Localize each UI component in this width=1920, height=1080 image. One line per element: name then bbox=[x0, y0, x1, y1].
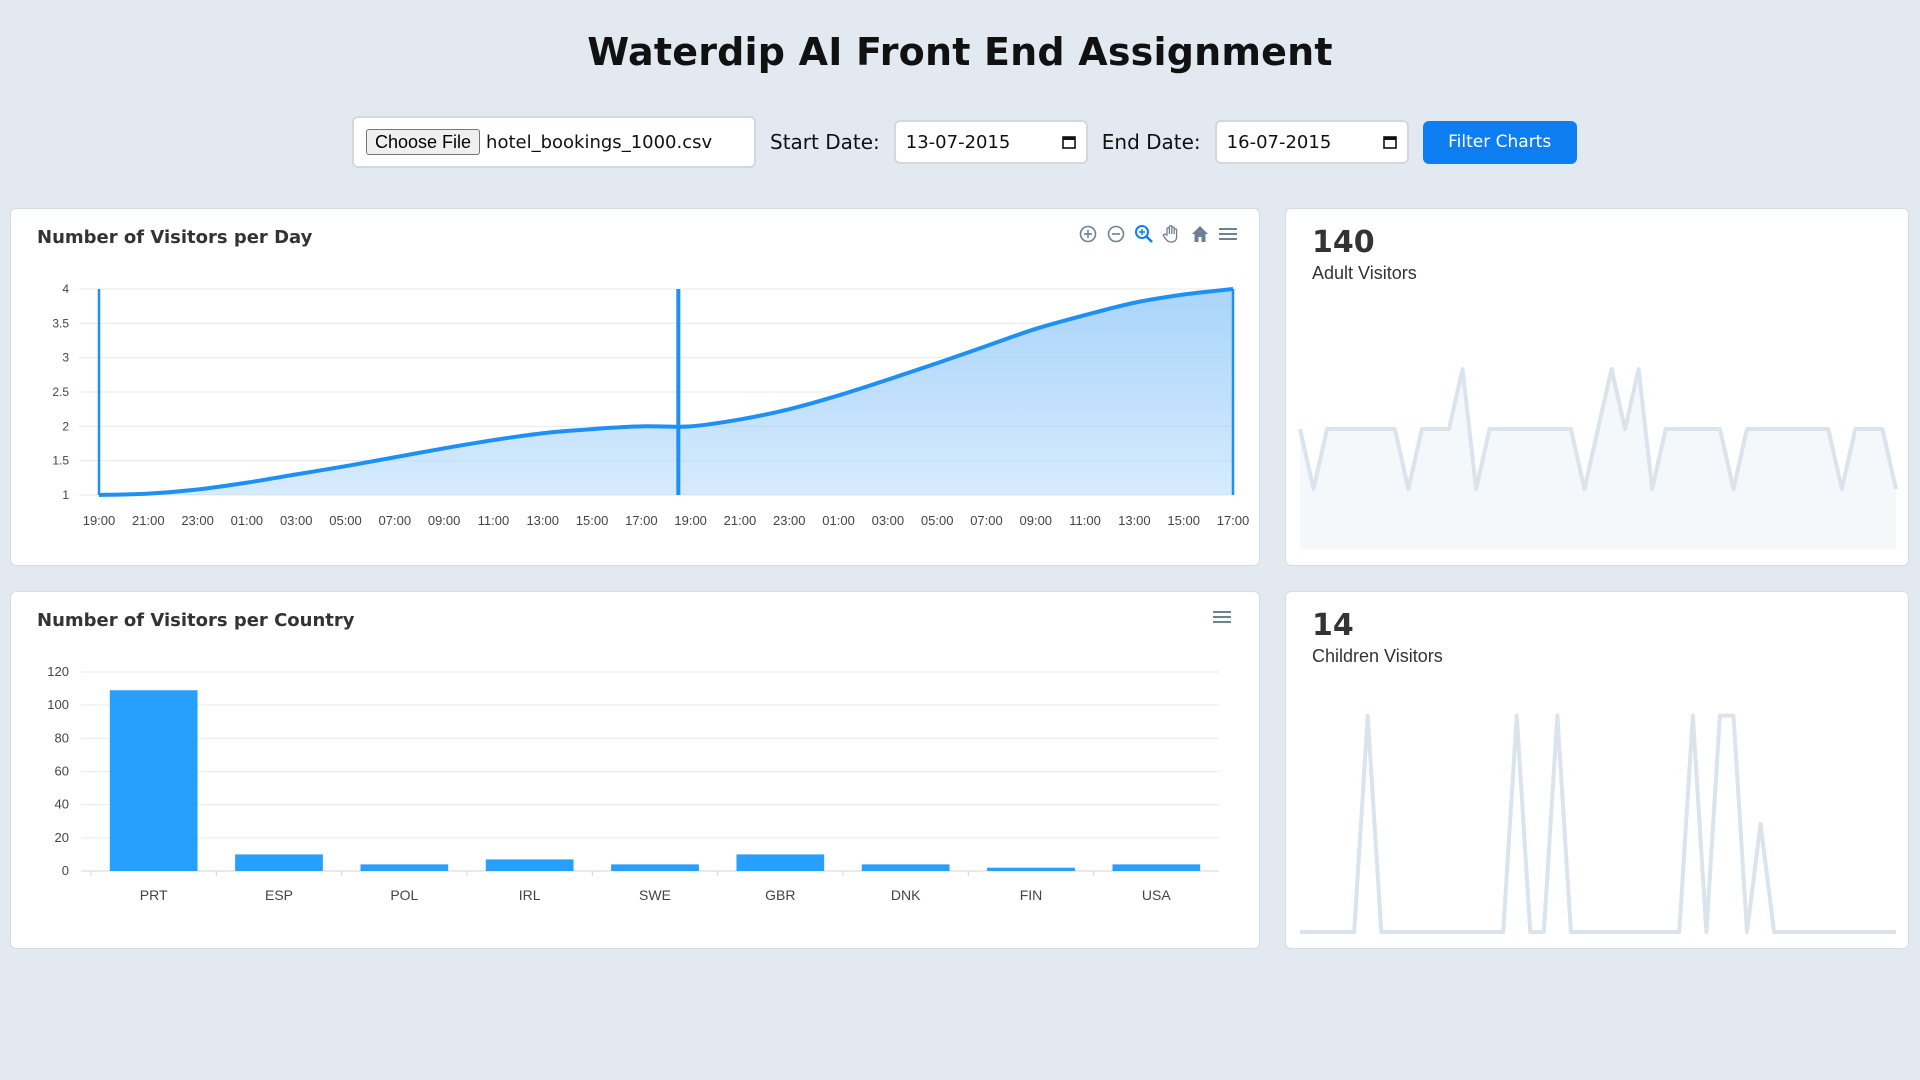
x-tick-label: 13:00 bbox=[526, 513, 559, 528]
x-tick-label: 11:00 bbox=[478, 513, 510, 528]
x-tick-label: 09:00 bbox=[1020, 513, 1053, 528]
x-tick-label: 07:00 bbox=[379, 513, 412, 528]
x-tick-label: 23:00 bbox=[181, 513, 214, 528]
bar-irl bbox=[485, 859, 574, 871]
y-tick-label: 4 bbox=[62, 282, 69, 296]
visitors-per-day-card: Number of Visitors per Day 1 1.5 2 2.5 3 3.5 4… bbox=[10, 208, 1260, 566]
y-tick-label: 2 bbox=[62, 419, 69, 433]
page-title: Waterdip AI Front End Assignment bbox=[587, 30, 1333, 74]
end-date-label: End Date: bbox=[1101, 130, 1201, 154]
controls-bar: Choose File hotel_bookings_1000.csv Star… bbox=[352, 114, 1577, 170]
x-tick-label: ESP bbox=[265, 887, 293, 903]
x-tick-label: FIN bbox=[1020, 887, 1043, 903]
y-tick-label: 3.5 bbox=[52, 316, 69, 330]
end-date-input[interactable]: 16-07-2015 bbox=[1214, 120, 1409, 164]
y-tick-label: 20 bbox=[55, 830, 69, 845]
y-tick-label: 1 bbox=[62, 488, 69, 502]
bar-esp bbox=[235, 854, 323, 871]
y-tick-label: 1.5 bbox=[52, 454, 69, 468]
children-visitors-sparkline bbox=[1299, 713, 1897, 934]
start-date-label: Start Date: bbox=[770, 130, 880, 154]
sparkline-area bbox=[1300, 369, 1896, 549]
bar-fin bbox=[987, 867, 1075, 871]
x-tick-label: 15:00 bbox=[1167, 513, 1200, 528]
y-tick-label: 80 bbox=[55, 730, 69, 745]
x-tick-label: SWE bbox=[639, 887, 671, 903]
x-tick-label: 21:00 bbox=[724, 513, 757, 528]
choose-file-button[interactable]: Choose File bbox=[366, 129, 481, 155]
x-tick-label: 19:00 bbox=[83, 513, 116, 528]
bar-usa bbox=[1112, 864, 1201, 871]
y-tick-label: 60 bbox=[55, 764, 69, 779]
file-name: hotel_bookings_1000.csv bbox=[486, 131, 713, 153]
y-tick-label: 2.5 bbox=[52, 385, 69, 399]
x-tick-label: 17:00 bbox=[625, 513, 658, 528]
x-tick-label: 23:00 bbox=[773, 513, 806, 528]
x-tick-label: 05:00 bbox=[329, 513, 362, 528]
filter-charts-button[interactable]: Filter Charts bbox=[1422, 120, 1577, 164]
y-tick-label: 3 bbox=[62, 351, 69, 365]
x-tick-label: 07:00 bbox=[970, 513, 1003, 528]
x-tick-label: PRT bbox=[140, 887, 168, 903]
x-tick-label: 03:00 bbox=[280, 513, 313, 528]
x-tick-label: 15:00 bbox=[576, 513, 609, 528]
x-tick-label: 19:00 bbox=[674, 513, 707, 528]
start-date-value: 13-07-2015 bbox=[905, 131, 1011, 153]
x-tick-label: IRL bbox=[519, 887, 541, 903]
y-tick-label: 40 bbox=[55, 797, 69, 812]
bar-pol bbox=[360, 864, 449, 871]
visitors-per-day-chart[interactable]: 1 1.5 2 2.5 3 3.5 4 19:00 21:00 23:00 01:00 03:00 05… bbox=[11, 209, 1261, 567]
calendar-icon[interactable] bbox=[1382, 135, 1397, 149]
end-date-value: 16-07-2015 bbox=[1226, 131, 1332, 153]
bar-dnk bbox=[861, 864, 950, 871]
x-tick-label: 21:00 bbox=[132, 513, 165, 528]
start-date-input[interactable]: 13-07-2015 bbox=[893, 120, 1088, 164]
sparkline-line bbox=[1300, 713, 1896, 934]
children-visitors-card: 14 Children Visitors bbox=[1285, 591, 1909, 949]
x-tick-label: USA bbox=[1142, 887, 1171, 903]
calendar-icon[interactable] bbox=[1061, 135, 1076, 149]
visitors-per-country-chart[interactable]: 0 20 40 60 80 100 120 PRT ESP POL IRL SWE GBR DNK FIN U… bbox=[11, 592, 1261, 950]
adult-visitors-card: 140 Adult Visitors bbox=[1285, 208, 1909, 566]
x-tick-label: 03:00 bbox=[872, 513, 905, 528]
x-tick-label: GBR bbox=[765, 887, 795, 903]
x-tick-label: 09:00 bbox=[428, 513, 461, 528]
visitors-per-country-card: Number of Visitors per Country 0 20 40 60 80… bbox=[10, 591, 1260, 949]
x-tick-label: POL bbox=[390, 887, 418, 903]
x-tick-label: 17:00 bbox=[1217, 513, 1250, 528]
y-tick-label: 120 bbox=[47, 664, 69, 679]
bar-gbr bbox=[736, 854, 825, 871]
file-input[interactable]: Choose File hotel_bookings_1000.csv bbox=[352, 116, 756, 168]
x-tick-label: 01:00 bbox=[822, 513, 855, 528]
y-tick-label: 100 bbox=[47, 697, 69, 712]
x-tick-label: 01:00 bbox=[231, 513, 264, 528]
x-tick-label: 05:00 bbox=[921, 513, 954, 528]
x-tick-label: 13:00 bbox=[1118, 513, 1151, 528]
bar-swe bbox=[611, 864, 699, 871]
y-tick-label: 0 bbox=[62, 863, 69, 878]
x-tick-label: DNK bbox=[891, 887, 921, 903]
adult-visitors-sparkline bbox=[1298, 367, 1898, 549]
bar-prt bbox=[109, 690, 198, 871]
x-tick-label: 11:00 bbox=[1069, 513, 1101, 528]
